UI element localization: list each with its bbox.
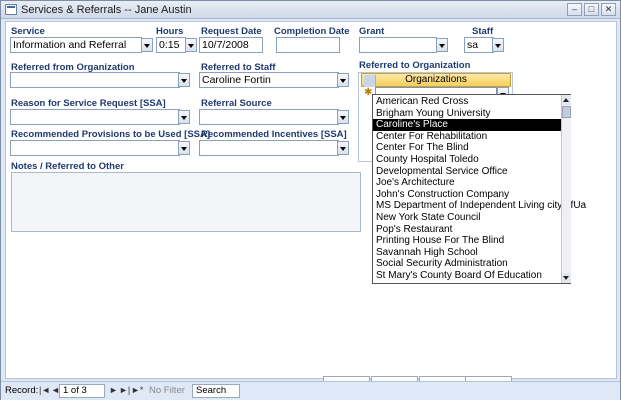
referral-source-combo[interactable] xyxy=(199,109,339,125)
org-list-item[interactable]: Center For Rehabilitation xyxy=(373,131,561,143)
next-record-icon[interactable]: ► xyxy=(109,385,118,395)
staff-label: Staff xyxy=(472,26,494,37)
org-list-item[interactable]: Developmental Service Office xyxy=(373,166,561,178)
org-list-item[interactable]: Joe's Architecture xyxy=(373,177,561,189)
hours-label: Hours xyxy=(156,26,184,37)
org-list-item[interactable]: John's Construction Company xyxy=(373,189,561,201)
provisions-combo[interactable] xyxy=(10,140,180,156)
reason-dropdown-icon[interactable] xyxy=(178,110,190,124)
hours-dropdown-icon[interactable] xyxy=(185,38,197,52)
referred-from-org-dropdown-icon[interactable] xyxy=(178,73,190,87)
org-list-item[interactable]: Pop's Restaurant xyxy=(373,224,561,236)
record-position-field[interactable]: 1 of 3 xyxy=(59,384,105,398)
organization-dropdown-list[interactable]: American Red Cross Brigham Young Universi… xyxy=(372,94,586,284)
organizations-column-header[interactable]: Organizations xyxy=(361,73,511,87)
first-record-icon[interactable]: |◄ xyxy=(39,385,50,395)
incentives-label: Recommended Incentives [SSA] xyxy=(201,129,347,140)
new-record-nav-icon[interactable]: ►* xyxy=(131,385,143,395)
incentives-combo[interactable] xyxy=(199,140,339,156)
notes-textarea[interactable] xyxy=(11,172,361,232)
grant-dropdown-icon[interactable] xyxy=(436,38,448,52)
staff-combo[interactable]: sa xyxy=(464,37,494,53)
staff-dropdown-icon[interactable] xyxy=(492,38,504,52)
org-list-item[interactable]: Brigham Young University xyxy=(373,108,561,120)
organizations-header-label: Organizations xyxy=(405,74,467,85)
form-icon xyxy=(5,4,17,15)
record-navigation-bar: Record: |◄ ◄ 1 of 3 ► ►| ►* No Filter Se… xyxy=(1,381,620,400)
services-referrals-window: Services & Referrals -- Jane Austin – □ … xyxy=(0,0,621,400)
provisions-dropdown-icon[interactable] xyxy=(178,141,190,155)
referred-from-org-combo[interactable] xyxy=(10,72,180,88)
org-list-item[interactable]: Savannah High School xyxy=(373,247,561,259)
service-label: Service xyxy=(11,26,45,37)
referral-source-dropdown-icon[interactable] xyxy=(337,110,349,124)
org-list-item[interactable]: Social Security Administration xyxy=(373,258,561,270)
last-record-icon[interactable]: ►| xyxy=(119,385,130,395)
search-box[interactable]: Search xyxy=(192,384,240,398)
scroll-down-icon[interactable] xyxy=(562,273,571,283)
window-title: Services & Referrals -- Jane Austin xyxy=(21,4,192,16)
no-filter-indicator[interactable]: No Filter xyxy=(149,385,185,396)
service-dropdown-icon[interactable] xyxy=(141,38,153,52)
org-list-item[interactable]: Caroline's Place xyxy=(373,119,561,132)
record-label: Record: xyxy=(5,385,39,396)
reason-label: Reason for Service Request [SSA] xyxy=(11,98,166,109)
org-list-item[interactable]: Center For The Blind xyxy=(373,142,561,154)
org-list-item[interactable]: MS Department of Independent Living city… xyxy=(373,200,586,212)
scroll-thumb[interactable] xyxy=(562,106,571,118)
org-list-item[interactable]: Printing House For The Blind xyxy=(373,235,561,247)
list-scrollbar[interactable] xyxy=(561,95,571,283)
hours-combo[interactable]: 0:15 xyxy=(156,37,186,53)
incentives-dropdown-icon[interactable] xyxy=(337,141,349,155)
org-list-item[interactable]: American Red Cross xyxy=(373,96,561,108)
completion-date-label: Completion Date xyxy=(274,26,350,37)
grant-label: Grant xyxy=(359,26,385,37)
close-button[interactable]: ✕ xyxy=(601,3,616,16)
org-list-item[interactable]: New York State Council xyxy=(373,212,561,224)
request-date-label: Request Date xyxy=(201,26,262,37)
scroll-up-icon[interactable] xyxy=(562,95,571,105)
minimize-button[interactable]: – xyxy=(567,3,582,16)
maximize-button[interactable]: □ xyxy=(584,3,599,16)
notes-label: Notes / Referred to Other xyxy=(11,161,124,172)
referral-source-label: Referral Source xyxy=(201,98,272,109)
reason-combo[interactable] xyxy=(10,109,180,125)
title-bar: Services & Referrals -- Jane Austin – □ … xyxy=(1,1,620,19)
referred-to-org-label: Referred to Organization xyxy=(359,60,471,71)
request-date-field[interactable]: 10/7/2008 xyxy=(199,37,263,53)
service-combo[interactable]: Information and Referral xyxy=(10,37,142,53)
record-selector[interactable] xyxy=(364,75,376,87)
org-list-item[interactable]: St Mary's County Board Of Education xyxy=(373,270,561,282)
grant-combo[interactable] xyxy=(359,37,437,53)
provisions-label: Recommended Provisions to be Used [SSA] xyxy=(11,129,211,140)
referred-to-staff-combo[interactable]: Caroline Fortin xyxy=(199,72,339,88)
completion-date-field[interactable] xyxy=(276,37,340,53)
org-list-item[interactable]: County Hospital Toledo xyxy=(373,154,561,166)
referred-to-staff-dropdown-icon[interactable] xyxy=(337,73,349,87)
